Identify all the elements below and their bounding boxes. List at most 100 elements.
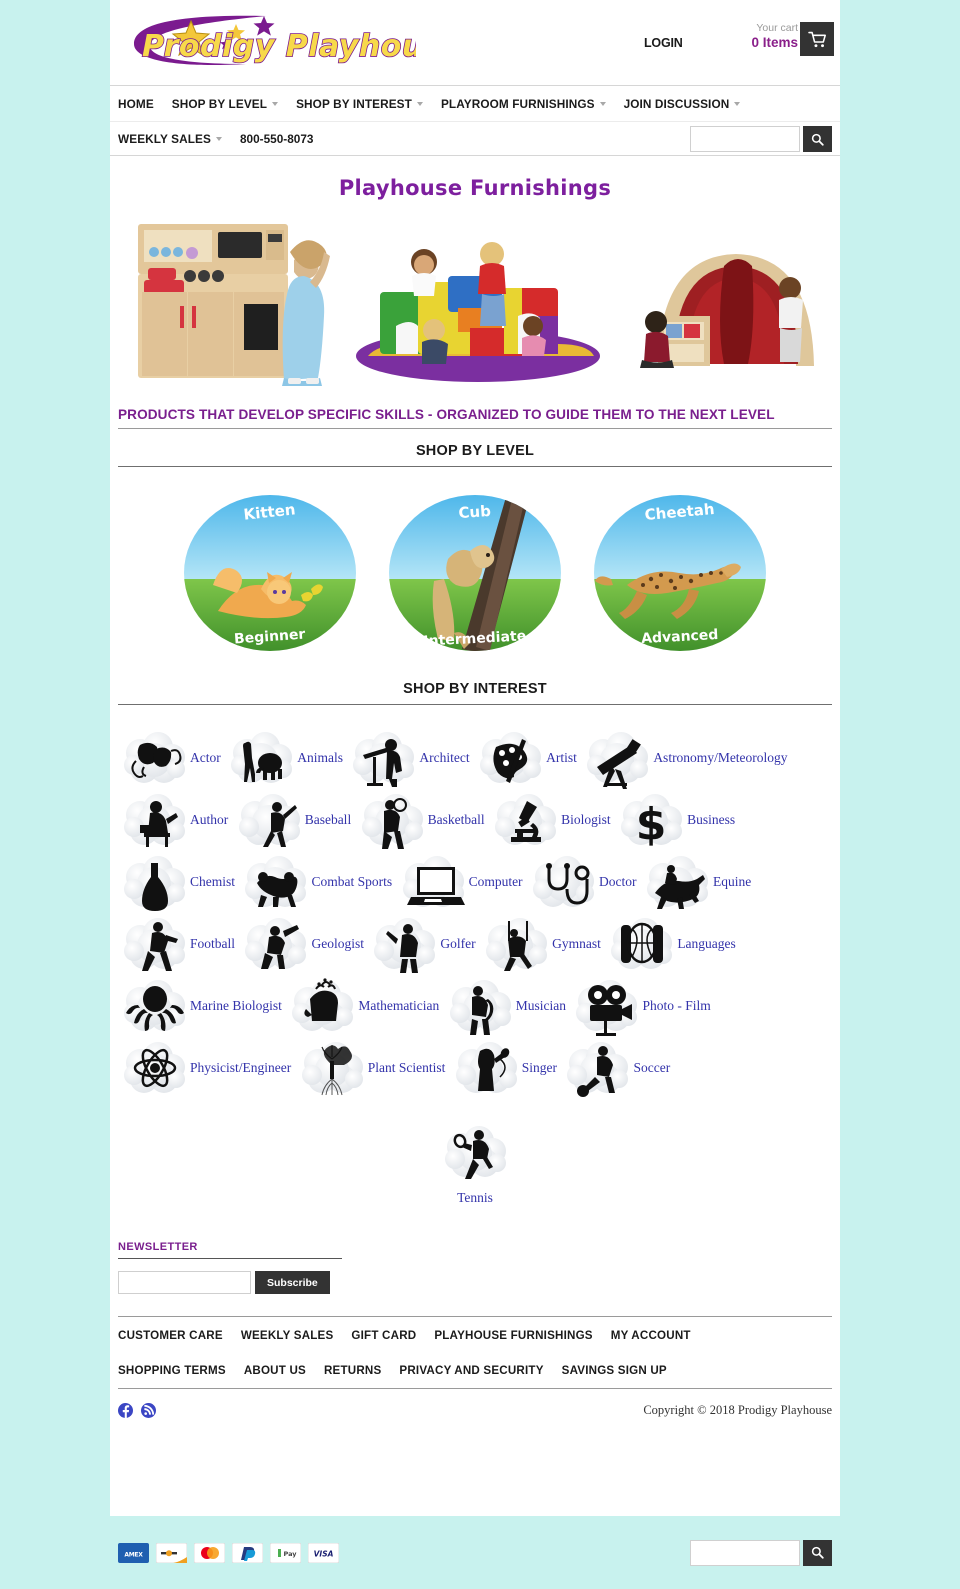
interest-item[interactable]: Languages (605, 918, 736, 969)
interest-label[interactable]: Baseball (305, 812, 352, 827)
search-button[interactable] (803, 126, 832, 152)
cart-button[interactable] (800, 22, 834, 56)
nav-item-shop-by-level[interactable]: SHOP BY LEVEL (172, 97, 279, 111)
footer-link-gift-card[interactable]: GIFT CARD (351, 1329, 416, 1342)
rss-icon[interactable] (141, 1403, 156, 1418)
interest-item[interactable]: Photo - Film (570, 980, 711, 1036)
interest-item[interactable]: Gymnast (480, 918, 601, 971)
social-links (118, 1403, 156, 1418)
footer-search-input[interactable] (690, 1539, 800, 1566)
footer-link-returns[interactable]: RETURNS (324, 1364, 381, 1377)
interest-label[interactable]: Biologist (561, 812, 611, 827)
interest-item[interactable]: Doctor (527, 856, 637, 907)
footer-link-my-account[interactable]: MY ACCOUNT (611, 1329, 691, 1342)
interest-label[interactable]: Languages (677, 936, 735, 951)
nav-item-join-discussion[interactable]: JOIN DISCUSSION (624, 97, 741, 111)
footer-link-privacy-and-security[interactable]: PRIVACY AND SECURITY (399, 1364, 543, 1377)
discover-icon (155, 1542, 188, 1563)
interest-label[interactable]: Animals (297, 750, 343, 765)
interest-item[interactable]: Plant Scientist (296, 1042, 446, 1096)
footer-link-customer-care[interactable]: CUSTOMER CARE (118, 1329, 223, 1342)
nav-item-weekly-sales[interactable]: WEEKLY SALES (118, 132, 222, 146)
interest-item[interactable]: Basketball (356, 794, 485, 849)
footer-search-button[interactable] (803, 1539, 832, 1566)
search-input[interactable] (690, 126, 800, 152)
svg-text:$: $ (636, 799, 667, 850)
interest-label[interactable]: Author (190, 812, 228, 827)
interest-label[interactable]: Musician (516, 998, 566, 1013)
paypal-icon (231, 1542, 264, 1563)
interest-item[interactable]: Combat Sports (239, 856, 392, 907)
interest-label[interactable]: Soccer (633, 1060, 670, 1075)
interest-item[interactable]: Singer (450, 1042, 557, 1093)
interest-item[interactable]: Artist (474, 732, 577, 783)
interest-label[interactable]: Business (687, 812, 735, 827)
interest-item[interactable]: Astronomy/Meteorology (581, 732, 788, 789)
subscribe-button[interactable]: Subscribe (255, 1271, 330, 1294)
interest-item[interactable]: Chemist (118, 856, 235, 911)
saxophone-player-icon (444, 975, 516, 1037)
gymnast-rings-icon (480, 913, 552, 975)
interest-item[interactable]: Golfer (368, 918, 476, 973)
interest-label[interactable]: Geologist (311, 936, 364, 951)
tree-roots-icon (296, 1037, 368, 1099)
svg-text:Prodigy Playhouse: Prodigy Playhouse (142, 29, 416, 64)
interest-label[interactable]: Doctor (599, 874, 637, 889)
interest-label[interactable]: Mathematician (358, 998, 439, 1013)
interest-label[interactable]: Photo - Film (642, 998, 710, 1013)
site-logo[interactable]: Prodigy Playhouse (116, 8, 416, 70)
interest-item[interactable]: Physicist/Engineer (118, 1042, 291, 1093)
interest-label[interactable]: Computer (469, 874, 523, 889)
footer-link-savings-sign-up[interactable]: SAVINGS SIGN UP (562, 1364, 667, 1377)
footer-link-shopping-terms[interactable]: SHOPPING TERMS (118, 1364, 226, 1377)
interest-label[interactable]: Basketball (428, 812, 485, 827)
interest-label[interactable]: Tennis (110, 1189, 840, 1207)
google-pay-icon: Pay (269, 1542, 302, 1563)
nav-item-playroom-furnishings[interactable]: PLAYROOM FURNISHINGS (441, 97, 606, 111)
interest-label[interactable]: Football (190, 936, 235, 951)
interest-item[interactable]: Actor (118, 732, 221, 783)
interest-label[interactable]: Singer (522, 1060, 557, 1075)
level-circle-cub[interactable]: Cub Intermediate (388, 493, 563, 653)
interest-label[interactable]: Plant Scientist (368, 1060, 446, 1075)
interest-label[interactable]: Golfer (440, 936, 475, 951)
level-circle-kitten[interactable]: Kitten Beginner (183, 493, 358, 653)
interest-item[interactable]: Equine (641, 856, 751, 909)
login-link[interactable]: LOGIN (644, 36, 683, 50)
footer-link-about-us[interactable]: ABOUT US (244, 1364, 306, 1377)
interest-item[interactable]: Author (118, 794, 228, 847)
interest-label[interactable]: Equine (713, 874, 751, 889)
interest-item[interactable]: Animals (225, 732, 343, 783)
interest-label[interactable]: Chemist (190, 874, 235, 889)
interest-item[interactable]: Marine Biologist (118, 980, 282, 1031)
nav-primary-row: HOME SHOP BY LEVEL SHOP BY INTEREST PLAY… (110, 86, 840, 121)
interest-label[interactable]: Artist (546, 750, 577, 765)
interest-label[interactable]: Architect (419, 750, 469, 765)
nav-item-shop-by-interest[interactable]: SHOP BY INTEREST (296, 97, 423, 111)
interest-item[interactable]: Geologist (239, 918, 364, 969)
interest-item[interactable]: Soccer (561, 1042, 670, 1097)
interest-item[interactable]: Musician (444, 980, 566, 1035)
nav-item-home[interactable]: HOME (118, 97, 154, 111)
interest-item[interactable]: Computer (397, 856, 523, 907)
interest-item[interactable]: Architect (347, 732, 470, 787)
newsletter-email-input[interactable] (118, 1271, 251, 1294)
interest-item[interactable]: Baseball (233, 794, 352, 847)
interest-label[interactable]: Gymnast (552, 936, 601, 951)
hero-banner[interactable]: Playhouse Furnishings (118, 168, 832, 393)
interest-item[interactable]: $ Business (615, 794, 735, 850)
footer-link-playhouse-furnishings[interactable]: PLAYHOUSE FURNISHINGS (434, 1329, 592, 1342)
interest-label[interactable]: Marine Biologist (190, 998, 282, 1013)
interest-label[interactable]: Physicist/Engineer (190, 1060, 291, 1075)
level-circle-cheetah[interactable]: Cheetah Advanced (593, 493, 768, 653)
interest-item-tennis[interactable]: Tennis (110, 1121, 840, 1207)
facebook-icon[interactable] (118, 1403, 133, 1418)
interest-label[interactable]: Combat Sports (311, 874, 392, 889)
footer-link-weekly-sales[interactable]: WEEKLY SALES (241, 1329, 334, 1342)
interest-item[interactable]: Mathematician (286, 978, 439, 1031)
interest-label[interactable]: Astronomy/Meteorology (653, 750, 787, 765)
cart-summary[interactable]: Your cart 0 Items (678, 22, 798, 51)
interest-label[interactable]: Actor (190, 750, 221, 765)
interest-item[interactable]: Biologist (489, 794, 611, 845)
interest-item[interactable]: Football (118, 918, 235, 971)
